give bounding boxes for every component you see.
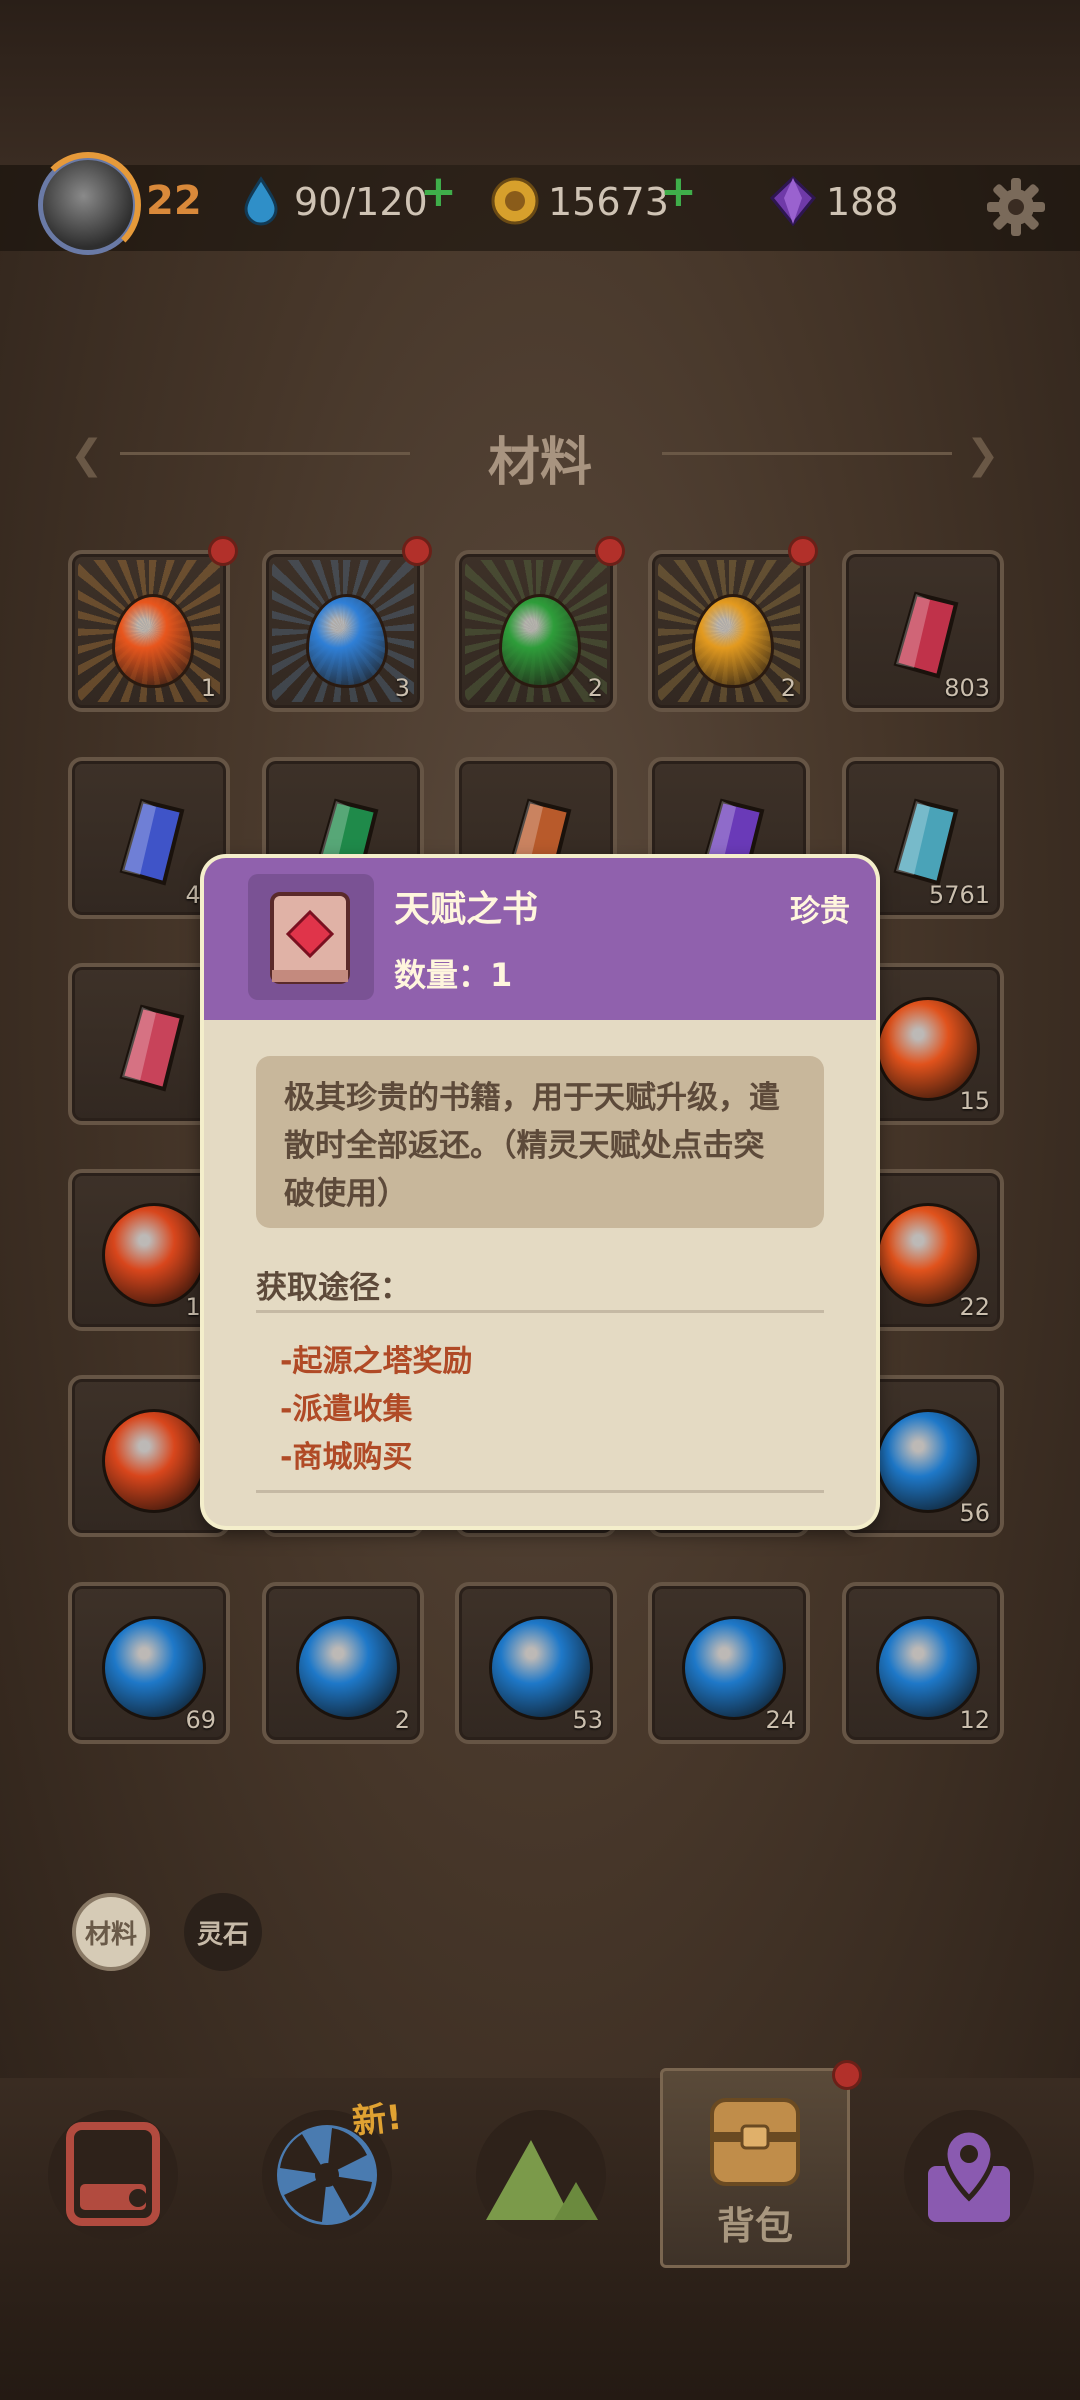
nav-selected-label: 背包 xyxy=(716,2204,793,2248)
item-count: 2 xyxy=(780,674,796,702)
coins-value: 15673 xyxy=(548,180,669,224)
spirit-orb-icon xyxy=(876,997,980,1101)
new-item-dot xyxy=(208,536,238,566)
material-slot[interactable]: 12 xyxy=(842,1582,1004,1744)
nav-backpack-button[interactable] xyxy=(690,2092,820,2192)
material-slot[interactable]: 53 xyxy=(455,1582,617,1744)
player-level: 22 xyxy=(146,178,202,224)
crystal-icon xyxy=(119,1004,185,1092)
description-line: 极其珍贵的书籍，用于天赋升级，遣 xyxy=(284,1080,780,1116)
item-count: 53 xyxy=(572,1706,603,1734)
nav-map-button[interactable] xyxy=(904,2110,1034,2240)
title-divider-right xyxy=(662,452,952,455)
material-slot[interactable]: 803 xyxy=(842,550,1004,712)
spirit-orb-icon xyxy=(102,1409,206,1513)
spirit-orb-icon xyxy=(876,1409,980,1513)
new-item-dot xyxy=(402,536,432,566)
title-divider-left xyxy=(120,452,410,455)
source-divider-bottom xyxy=(256,1490,824,1493)
source-item: -商城购买 xyxy=(280,1440,413,1475)
new-item-dot xyxy=(595,536,625,566)
material-slot[interactable]: 1 xyxy=(68,550,230,712)
title-ornament-right-icon: ❯ xyxy=(966,432,1000,478)
item-name: 天赋之书 xyxy=(394,889,539,930)
backpack-icon xyxy=(710,2098,800,2186)
item-count: 2 xyxy=(394,1706,410,1734)
item-count: 2 xyxy=(587,674,603,702)
item-detail-popup[interactable]: 天赋之书 数量：1 珍贵 极其珍贵的书籍，用于天赋升级，遣 散时全部返还。（精灵… xyxy=(204,858,876,1526)
coin-icon xyxy=(491,177,539,225)
category-tab[interactable]: 材料 xyxy=(72,1893,150,1971)
book-icon xyxy=(270,892,350,984)
item-count: 3 xyxy=(394,674,410,702)
map-pin-icon xyxy=(928,2127,1010,2222)
item-quantity: 数量：1 xyxy=(394,956,513,994)
source-item: -起源之塔奖励 xyxy=(280,1344,473,1379)
mountain-icon xyxy=(486,2140,598,2220)
crystal-icon xyxy=(893,591,959,679)
description-line: 破使用） xyxy=(284,1176,408,1212)
gem-icon xyxy=(769,176,817,226)
item-count: 1 xyxy=(200,674,216,702)
card-icon xyxy=(66,2122,160,2226)
crystal-icon xyxy=(893,798,959,886)
material-slot[interactable]: 2 xyxy=(455,550,617,712)
gear-icon[interactable] xyxy=(985,176,1047,238)
item-count: 5761 xyxy=(928,881,990,909)
spirit-orb-icon xyxy=(682,1616,786,1720)
item-rarity: 珍贵 xyxy=(790,894,850,929)
spirit-orb-icon xyxy=(876,1616,980,1720)
add-energy-plus-icon[interactable]: + xyxy=(420,166,457,217)
spirit-orb-icon xyxy=(296,1616,400,1720)
material-slot[interactable]: 24 xyxy=(648,1582,810,1744)
nav-notification-dot xyxy=(832,2060,862,2090)
add-coins-plus-icon[interactable]: + xyxy=(660,166,697,217)
item-description: 极其珍贵的书籍，用于天赋升级，遣 散时全部返还。（精灵天赋处点击突 破使用） xyxy=(256,1056,824,1228)
gems-value: 188 xyxy=(826,180,899,224)
title-ornament-left-icon: ❮ xyxy=(70,432,104,478)
spirit-orb-icon xyxy=(102,1616,206,1720)
item-count: 24 xyxy=(765,1706,796,1734)
source-title: 获取途径： xyxy=(256,1270,411,1306)
section-title: 材料 xyxy=(487,433,592,493)
energy-value: 90/120 xyxy=(294,180,428,224)
spirit-orb-icon xyxy=(876,1203,980,1307)
nav-adventure-button[interactable] xyxy=(476,2110,606,2240)
category-tab[interactable]: 灵石 xyxy=(184,1893,262,1971)
player-avatar[interactable] xyxy=(35,152,141,258)
spirit-orb-icon xyxy=(102,1203,206,1307)
water-drop-icon xyxy=(244,176,278,226)
item-count: 803 xyxy=(944,674,990,702)
nav-card-button[interactable] xyxy=(48,2110,178,2240)
source-item: -派遣收集 xyxy=(280,1392,413,1427)
new-item-dot xyxy=(788,536,818,566)
item-count: 15 xyxy=(959,1087,990,1115)
crystal-icon xyxy=(119,798,185,886)
item-count: 69 xyxy=(185,1706,216,1734)
material-slot[interactable]: 3 xyxy=(262,550,424,712)
description-line: 散时全部返还。（精灵天赋处点击突 xyxy=(284,1128,765,1164)
new-badge: 新! xyxy=(350,2097,404,2143)
item-count: 56 xyxy=(959,1499,990,1527)
item-count: 12 xyxy=(959,1706,990,1734)
spirit-orb-icon xyxy=(489,1616,593,1720)
material-slot[interactable]: 2 xyxy=(262,1582,424,1744)
material-slot[interactable]: 69 xyxy=(68,1582,230,1744)
top-background xyxy=(0,0,1080,165)
material-slot[interactable]: 2 xyxy=(648,550,810,712)
item-icon-frame xyxy=(248,874,374,1000)
item-count: 22 xyxy=(959,1293,990,1321)
source-divider-top xyxy=(256,1310,824,1313)
